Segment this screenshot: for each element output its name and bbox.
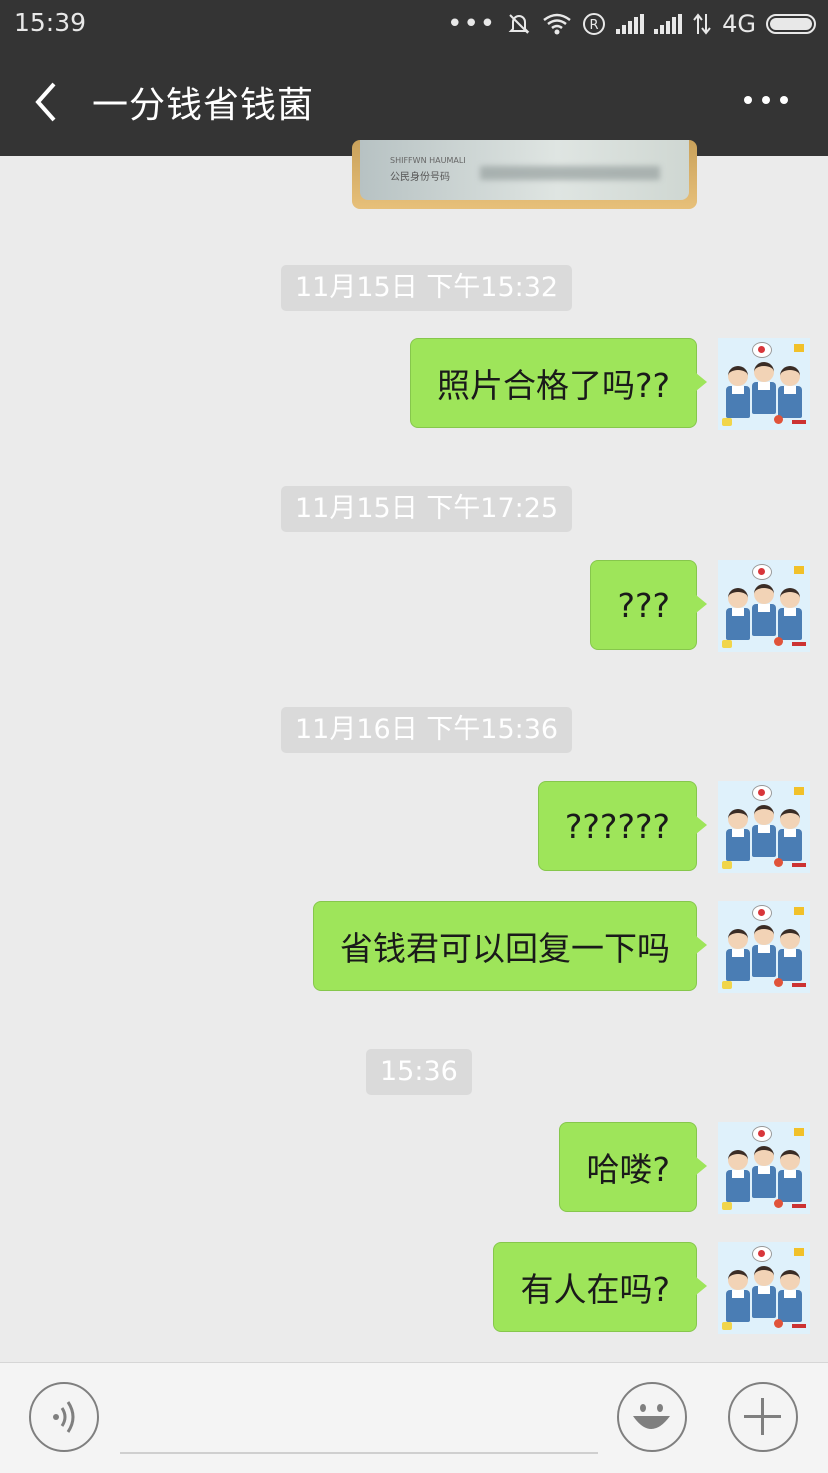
avatar[interactable] — [718, 560, 810, 652]
chat-title: 一分钱省钱菌 — [92, 85, 315, 126]
input-bar — [0, 1362, 828, 1473]
signal-icon — [616, 14, 645, 34]
more-options-button[interactable] — [744, 96, 788, 104]
avatar[interactable] — [718, 901, 810, 993]
message-bubble[interactable]: 照片合格了吗?? — [409, 338, 708, 428]
battery-icon — [766, 14, 816, 34]
emoji-icon — [633, 1404, 670, 1429]
voice-icon — [53, 1401, 75, 1433]
registered-icon: R — [583, 13, 606, 35]
wifi-icon — [543, 13, 571, 35]
voice-button[interactable] — [29, 1382, 99, 1452]
more-horizontal-icon — [744, 96, 752, 104]
message-bubble[interactable]: ??? — [590, 560, 707, 650]
message-bubble[interactable]: 省钱君可以回复一下吗 — [313, 901, 707, 991]
back-button[interactable] — [28, 78, 68, 126]
status-bar: 15:39 ••• R 4G — [0, 0, 828, 48]
timestamp: 15:36 — [366, 1049, 472, 1095]
id-card-photo: SHIFFWN HAUMALI 公民身份号码 — [360, 140, 689, 200]
avatar[interactable] — [718, 781, 810, 873]
card-text: SHIFFWN HAUMALI — [390, 156, 466, 165]
signal-icon — [654, 14, 683, 34]
message-input[interactable] — [120, 1452, 598, 1454]
network-type: 4G — [722, 10, 756, 38]
chevron-left-icon — [35, 82, 56, 122]
status-time: 15:39 — [14, 8, 87, 37]
message-bubble[interactable]: ?????? — [537, 781, 708, 871]
plus-icon — [744, 1398, 781, 1435]
blurred-id-number — [480, 166, 660, 180]
status-icons: ••• R 4G — [447, 8, 816, 40]
timestamp: 11月16日 下午15:36 — [281, 707, 573, 753]
mute-bell-icon — [508, 14, 530, 34]
svg-text:R: R — [590, 18, 599, 33]
message-bubble[interactable]: 有人在吗? — [493, 1242, 707, 1332]
more-functions-button[interactable] — [728, 1382, 798, 1452]
more-dots-icon: ••• — [447, 9, 497, 39]
card-text: 公民身份号码 — [390, 172, 450, 183]
timestamp: 11月15日 下午17:25 — [281, 486, 573, 532]
avatar[interactable] — [718, 338, 810, 430]
timestamp: 11月15日 下午15:32 — [281, 265, 573, 311]
avatar[interactable] — [718, 1242, 810, 1334]
emoji-button[interactable] — [617, 1382, 687, 1452]
avatar[interactable] — [718, 1122, 810, 1214]
image-message[interactable]: SHIFFWN HAUMALI 公民身份号码 — [352, 140, 697, 209]
message-bubble[interactable]: 哈喽? — [559, 1122, 707, 1212]
data-arrows-icon — [693, 13, 711, 35]
